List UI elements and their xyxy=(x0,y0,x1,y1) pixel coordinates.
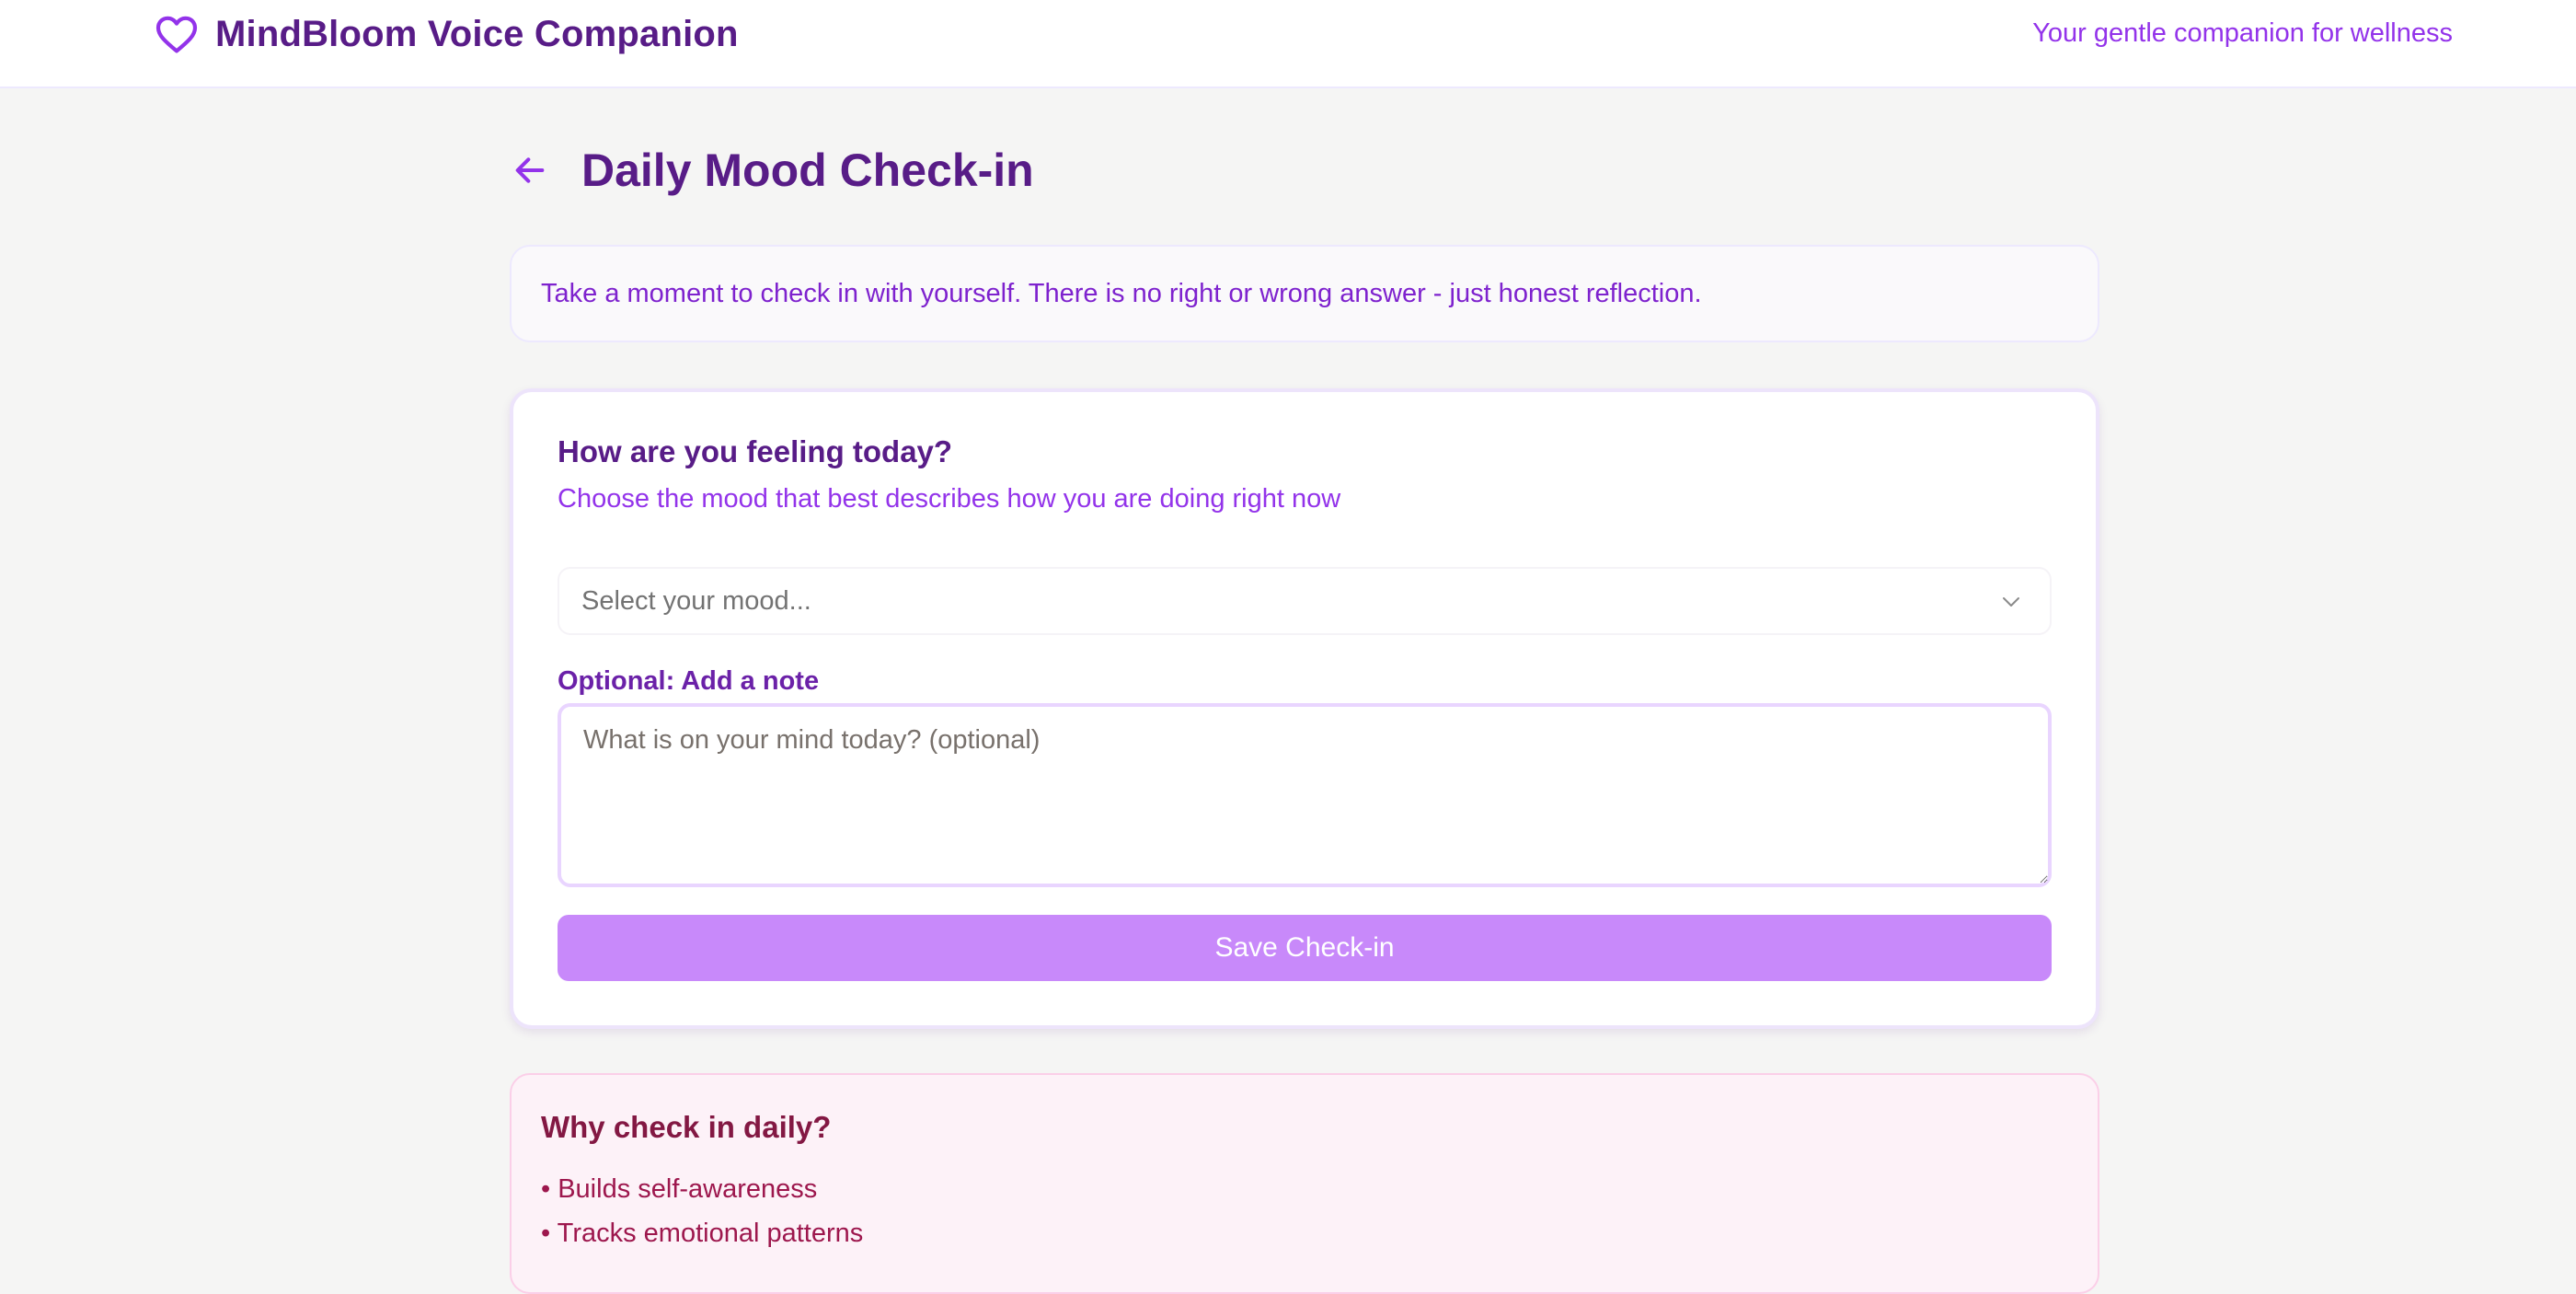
why-checkin-card: Why check in daily? • Builds self-awaren… xyxy=(510,1073,2099,1294)
mood-question: How are you feeling today? xyxy=(558,434,953,468)
top-bar: MindBloom Voice Companion Your gentle co… xyxy=(0,0,2576,88)
page-header: Daily Mood Check-in xyxy=(510,140,1034,201)
mood-select[interactable]: Select your mood... xyxy=(558,567,2052,635)
intro-text: Take a moment to check in with yourself.… xyxy=(541,278,1702,308)
intro-card: Take a moment to check in with yourself.… xyxy=(510,245,2099,342)
save-checkin-button[interactable]: Save Check-in xyxy=(558,915,2052,981)
why-list: • Builds self-awareness • Tracks emotion… xyxy=(541,1167,863,1255)
heart-icon xyxy=(155,14,199,54)
note-label: Optional: Add a note xyxy=(558,666,820,696)
note-textarea[interactable] xyxy=(558,703,2052,887)
mood-form-card: How are you feeling today? Choose the mo… xyxy=(510,388,2099,1029)
list-item: • Builds self-awareness xyxy=(541,1174,818,1204)
tagline: Your gentle companion for wellness xyxy=(2032,18,2453,48)
arrow-left-icon xyxy=(512,152,548,189)
brand[interactable]: MindBloom Voice Companion xyxy=(155,11,739,57)
list-item: • Tracks emotional patterns xyxy=(541,1219,864,1248)
back-button[interactable] xyxy=(510,150,550,191)
brand-title: MindBloom Voice Companion xyxy=(215,13,739,54)
chevron-down-icon xyxy=(2000,593,2022,611)
mood-question-subtitle: Choose the mood that best describes how … xyxy=(558,484,1341,514)
page-title: Daily Mood Check-in xyxy=(581,144,1034,196)
why-title: Why check in daily? xyxy=(541,1110,832,1144)
mood-select-value: Select your mood... xyxy=(581,585,811,616)
